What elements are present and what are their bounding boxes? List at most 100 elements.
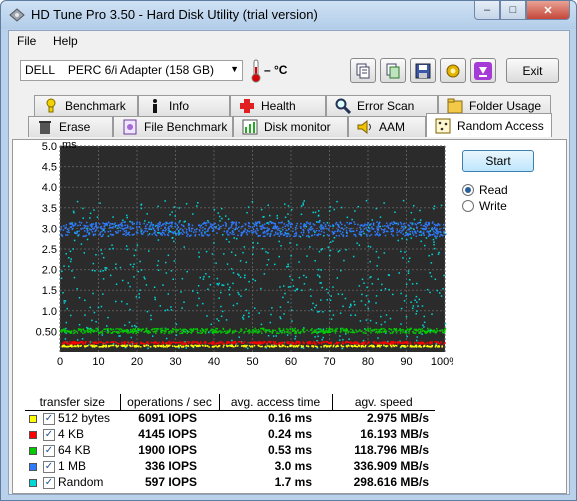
random-point [343, 259, 345, 262]
menu-file[interactable]: File [17, 34, 36, 48]
random-point [101, 334, 104, 336]
series-512b-point [314, 345, 317, 348]
series-checkbox[interactable]: ✓ [43, 413, 55, 426]
random-point [173, 206, 176, 208]
series-1mb-point [264, 231, 266, 234]
series-64kb-point [187, 331, 189, 333]
random-point [413, 228, 415, 231]
maximize-button[interactable]: □ [500, 1, 526, 20]
series-512b-point [169, 344, 171, 347]
series-1mb-point [261, 228, 263, 230]
series-4kb-point [321, 341, 324, 343]
series-checkbox[interactable]: ✓ [43, 444, 55, 457]
series-64kb-point [218, 330, 220, 332]
series-1mb-point [100, 227, 103, 230]
series-1mb-point [245, 231, 248, 234]
series-1mb-point [217, 228, 220, 231]
tab-benchmark[interactable]: Benchmark [34, 95, 138, 116]
random-point [102, 269, 104, 272]
random-point [333, 236, 336, 239]
random-point [228, 293, 231, 296]
series-512b-point [284, 345, 287, 348]
start-button[interactable]: Start [462, 150, 534, 172]
random-point [186, 270, 188, 273]
series-4kb-point [208, 342, 210, 345]
series-1mb-point [332, 224, 334, 226]
series-64kb-point [320, 330, 322, 333]
tab-info[interactable]: Info [138, 95, 230, 116]
random-point [317, 328, 320, 330]
series-64kb-point [118, 329, 121, 331]
series-1mb-point [90, 229, 93, 231]
random-point [148, 221, 150, 224]
series-1mb-point [414, 230, 416, 232]
tab-disk-monitor[interactable]: Disk monitor [233, 116, 348, 137]
series-1mb-point [357, 223, 359, 226]
series-64kb-point [175, 329, 177, 331]
random-point [220, 315, 223, 318]
series-1mb-point [60, 226, 63, 228]
series-1mb-point [274, 225, 277, 227]
series-1mb-point [376, 226, 378, 228]
save-button[interactable] [410, 58, 436, 83]
tab-error-scan[interactable]: Error Scan [326, 95, 438, 116]
series-1mb-point [67, 229, 70, 231]
menu-help[interactable]: Help [53, 34, 78, 48]
series-64kb-point [413, 329, 416, 331]
random-point [320, 299, 322, 301]
series-64kb-point [115, 328, 117, 330]
tab-aam[interactable]: AAM [348, 116, 426, 137]
series-4kb-point [132, 343, 135, 345]
random-point [351, 218, 353, 221]
series-1mb-point [434, 228, 437, 231]
series-1mb-point [130, 228, 132, 230]
series-64kb-point [294, 327, 297, 330]
random-point [294, 290, 296, 292]
series-4kb-point [317, 341, 319, 344]
tab-file-benchmark[interactable]: File Benchmark [113, 116, 233, 137]
series-1mb-point [271, 221, 274, 224]
write-radio[interactable]: Write [462, 199, 507, 213]
series-1mb-point [235, 221, 237, 224]
download-button[interactable] [470, 58, 496, 83]
minimize-button[interactable]: – [474, 1, 500, 20]
title-bar[interactable]: HD Tune Pro 3.50 - Hard Disk Utility (tr… [1, 1, 576, 29]
copy-button[interactable] [350, 58, 376, 83]
tab-random-access[interactable]: Random Access [426, 113, 552, 137]
read-radio[interactable]: Read [462, 183, 508, 197]
series-1mb-point [77, 224, 79, 227]
random-point [333, 208, 336, 211]
series-checkbox[interactable]: ✓ [43, 428, 55, 441]
series-checkbox[interactable]: ✓ [43, 460, 55, 473]
series-4kb-point [404, 341, 406, 343]
series-4kb-point [299, 342, 301, 345]
random-point [145, 284, 148, 286]
series-1mb-point [278, 227, 280, 230]
series-4kb-point [205, 342, 207, 345]
exit-button[interactable]: Exit [506, 58, 559, 83]
random-point [412, 205, 415, 207]
series-4kb-point [67, 342, 70, 344]
series-4kb-point [196, 342, 198, 344]
copy-screen-button[interactable] [380, 58, 406, 83]
random-point [402, 257, 404, 259]
options-button[interactable] [440, 58, 466, 83]
tab-health[interactable]: Health [230, 95, 326, 116]
random-point [246, 211, 248, 214]
close-button[interactable]: ✕ [526, 1, 570, 20]
series-64kb-point [248, 329, 251, 331]
series-4kb-point [269, 342, 271, 344]
series-64kb-point [215, 330, 218, 333]
series-1mb-point [80, 228, 82, 230]
series-1mb-point [203, 222, 206, 225]
series-64kb-point [303, 327, 305, 330]
drive-select[interactable]: DELL PERC 6/i Adapter (158 GB) ▼ [20, 60, 243, 81]
series-1mb-point [434, 235, 437, 237]
random-point [138, 293, 141, 295]
series-checkbox[interactable]: ✓ [43, 476, 55, 489]
series-1mb-point [290, 226, 292, 228]
series-1mb-point [360, 231, 363, 233]
series-1mb-point [309, 223, 311, 226]
series-4kb-point [114, 341, 117, 343]
tab-erase[interactable]: Erase [28, 116, 113, 137]
